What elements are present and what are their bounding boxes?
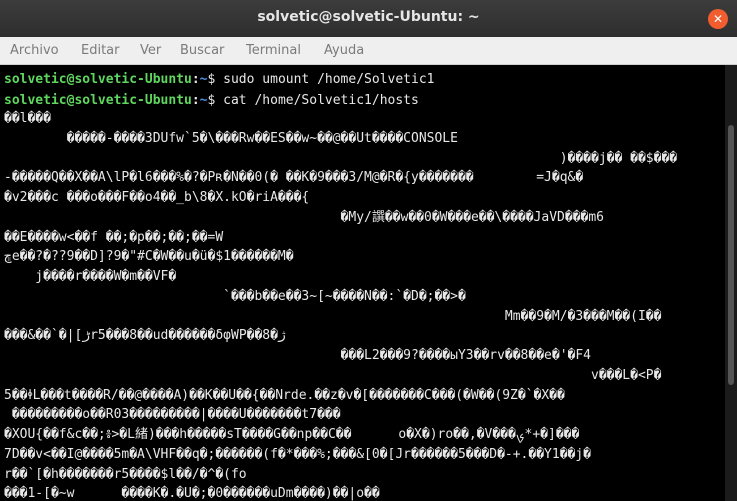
output-line: v���L�<P� [4, 367, 662, 383]
output-line: �v2���c ���o���F��o4��_b\8�X.kO�riA���{ [4, 190, 310, 205]
output-line: 7D��v<��I@����5m�A\VHF��q�;������(f�*���… [4, 446, 591, 462]
output-line: �����-����3DUfw`5�\���Rw��ES��w~��@��Ut�… [4, 130, 458, 146]
output-line: ڇe��?�??9��D]?9�"#C�W��u�ü�$1������M� [4, 249, 294, 265]
close-button[interactable]: ✕ [708, 9, 728, 29]
output-line: -�����Q��X��A\lP�l6���%�?�Pʀ�N��0(� ��K�… [4, 170, 584, 186]
output-line: r��`[�h�������r5����$l��/�^�(fo [4, 466, 247, 482]
prompt-path: ~ [199, 93, 208, 108]
output-line: �XOU{��f&c��;៖>�L緒)���h�����sT����G��np�… [4, 427, 580, 442]
prompt-path: ~ [199, 72, 208, 87]
output-line: ���L2���9?����ыY3��rv��8��e�'�F4 [4, 348, 591, 363]
scrollbar-thumb[interactable] [728, 125, 734, 385]
prompt-separator: : [191, 72, 200, 87]
prompt-separator: : [191, 93, 200, 108]
window-title: solvetic@solvetic-Ubuntu: ~ [257, 9, 480, 25]
terminal-window: solvetic@solvetic-Ubuntu: ~ ✕ Archivo Ed… [0, 0, 737, 501]
menu-bar: Archivo Editar Ver Buscar Terminal Ayuda [0, 37, 737, 65]
output-line: )����j�� ��$��� [4, 150, 678, 166]
terminal-output-area[interactable]: solvetic@solvetic-Ubuntu:~$ sudo umount … [0, 65, 725, 501]
scrollbar[interactable] [725, 65, 737, 501]
output-line: ���1-[�~w ����K�.�U�;�0������uDm����)��|… [4, 486, 380, 501]
title-bar[interactable]: solvetic@solvetic-Ubuntu: ~ ✕ [0, 0, 737, 37]
output-line: ��E����w<��f ��;�p��;��;��=W [4, 229, 224, 245]
output-line: ���������o��R03���������|����U�������t7�… [4, 407, 341, 423]
output-line: `���b��e��3~[~����N��:`�D�;��>� [4, 288, 466, 304]
prompt-line: solvetic@solvetic-Ubuntu:~$ cat /home/So… [4, 93, 419, 109]
command-text: cat /home/Solvetic1/hosts [223, 93, 419, 108]
output-line: �My/譔��w��0�W���e��\����JaVD���m6 [4, 209, 604, 225]
command-text: sudo umount /home/Solvetic1 [223, 72, 435, 87]
prompt-symbol: $ [207, 72, 224, 87]
prompt-line: solvetic@solvetic-Ubuntu:~$ sudo umount … [4, 72, 434, 88]
output-line: Mm��9�M/�3���M��(I�� [4, 308, 662, 324]
output-line: 5��ꬹL���t����R/��@����A)��K��U��{��Nrde.… [4, 387, 565, 403]
menu-archivo[interactable]: Archivo [10, 43, 59, 58]
menu-terminal[interactable]: Terminal [246, 43, 301, 58]
menu-editar[interactable]: Editar [81, 43, 120, 58]
output-line: ���&��`�|[ڑr5���8��ud������δφWP��8�ژ [4, 328, 286, 344]
menu-ayuda[interactable]: Ayuda [324, 43, 364, 58]
menu-ver[interactable]: Ver [140, 43, 161, 58]
output-line: ��l��� [4, 111, 51, 126]
prompt-user: solvetic@solvetic-Ubuntu [4, 93, 192, 108]
prompt-symbol: $ [207, 93, 224, 108]
menu-buscar[interactable]: Buscar [180, 43, 224, 58]
close-icon: ✕ [712, 12, 724, 26]
prompt-user: solvetic@solvetic-Ubuntu [4, 72, 192, 87]
output-line: j����r����W�m��VF� [4, 269, 177, 284]
